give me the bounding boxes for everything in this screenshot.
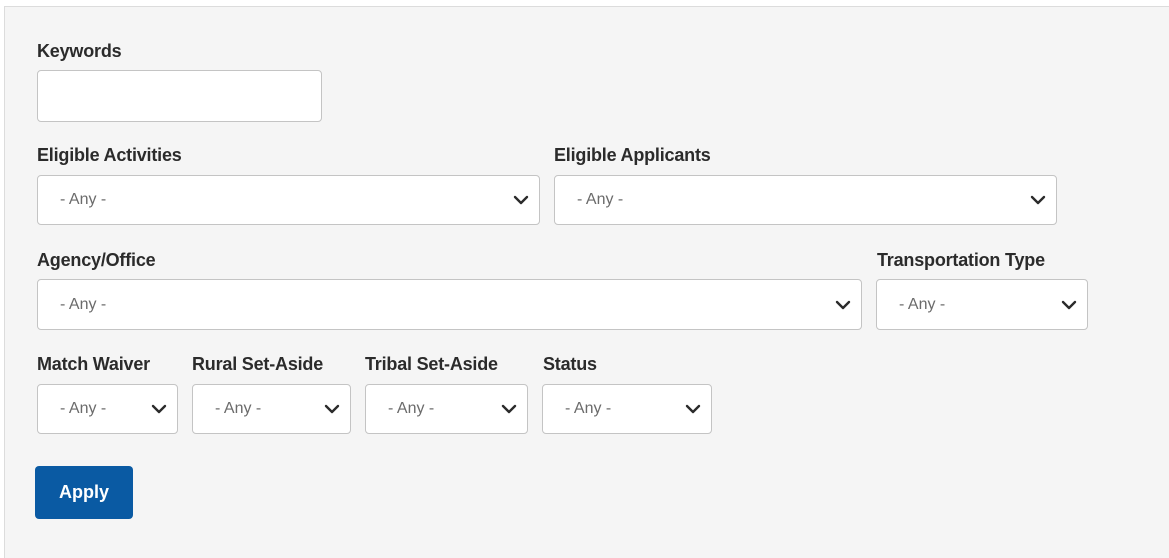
chevron-down-icon <box>835 300 851 309</box>
status-selected-value: - Any - <box>565 400 612 417</box>
rural-set-aside-selected-value: - Any - <box>215 400 262 417</box>
chevron-down-icon <box>151 404 167 414</box>
agency-office-label: Agency/Office <box>37 250 156 270</box>
eligible-activities-select[interactable]: - Any - <box>37 175 540 225</box>
transportation-type-selected-value: - Any - <box>899 295 946 313</box>
match-waiver-select[interactable]: - Any - <box>37 384 178 434</box>
tribal-set-aside-select[interactable]: - Any - <box>365 384 528 434</box>
chevron-down-icon <box>324 404 340 414</box>
tribal-set-aside-label: Tribal Set-Aside <box>365 354 498 374</box>
eligible-applicants-select[interactable]: - Any - <box>554 175 1057 225</box>
eligible-activities-label: Eligible Activities <box>37 145 182 165</box>
apply-button[interactable]: Apply <box>35 466 133 519</box>
chevron-down-icon <box>685 404 701 414</box>
tribal-set-aside-selected-value: - Any - <box>388 400 435 417</box>
eligible-applicants-label: Eligible Applicants <box>554 145 711 165</box>
keywords-label: Keywords <box>37 41 122 61</box>
eligible-activities-selected-value: - Any - <box>60 191 107 208</box>
chevron-down-icon <box>501 404 517 414</box>
agency-office-selected-value: - Any - <box>60 295 107 313</box>
transportation-type-label: Transportation Type <box>877 250 1045 270</box>
keywords-input[interactable] <box>37 70 322 122</box>
match-waiver-selected-value: - Any - <box>60 400 107 417</box>
chevron-down-icon <box>513 195 529 205</box>
chevron-down-icon <box>1061 300 1077 309</box>
rural-set-aside-select[interactable]: - Any - <box>192 384 351 434</box>
status-label: Status <box>543 354 597 374</box>
agency-office-select[interactable]: - Any - <box>37 279 862 330</box>
transportation-type-select[interactable]: - Any - <box>876 279 1088 330</box>
chevron-down-icon <box>1030 195 1046 205</box>
match-waiver-label: Match Waiver <box>37 354 150 374</box>
eligible-applicants-selected-value: - Any - <box>577 191 624 208</box>
status-select[interactable]: - Any - <box>542 384 712 434</box>
rural-set-aside-label: Rural Set-Aside <box>192 354 324 374</box>
